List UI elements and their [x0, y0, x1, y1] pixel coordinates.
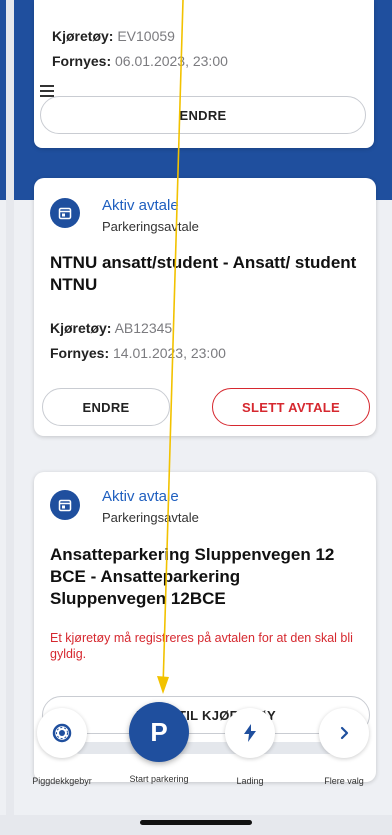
chevron-right-icon — [319, 708, 369, 758]
renew-value: 06.01.2023, 23:00 — [115, 53, 228, 69]
agreement-title: NTNU ansatt/student - Ansatt/ student NT… — [50, 253, 357, 294]
left-edge-strip — [6, 0, 14, 820]
home-indicator — [140, 820, 252, 825]
tab-lading[interactable]: Lading — [210, 708, 290, 786]
calendar-icon — [50, 198, 80, 228]
agreement-title: Ansatteparkering Sluppenvegen 12 BCE - A… — [50, 545, 335, 608]
renew-label: Fornyes: — [50, 345, 110, 361]
bottom-nav: Piggdekkgebyr P Start parkering Lading F… — [32, 690, 369, 800]
edit-button[interactable]: ENDRE — [42, 388, 170, 426]
tab-more-options[interactable]: Flere valg — [304, 708, 384, 786]
vehicle-label: Kjøretøy: — [52, 28, 114, 44]
delete-agreement-button[interactable]: SLETT AVTALE — [212, 388, 370, 426]
tire-icon — [37, 708, 87, 758]
tab-start-parking[interactable]: P Start parkering — [119, 702, 199, 784]
vehicle-card-top: Kjøretøy: EV10059 Fornyes: 06.01.2023, 2… — [34, 0, 374, 148]
renew-label: Fornyes: — [52, 53, 112, 69]
edit-button[interactable]: ENDRE — [40, 96, 366, 134]
agreement-card: Aktiv avtale Parkeringsavtale NTNU ansat… — [34, 178, 376, 436]
tab-piggdekkgebyr[interactable]: Piggdekkgebyr — [22, 708, 102, 786]
agreement-type: Parkeringsavtale — [102, 219, 199, 234]
menu-icon[interactable] — [40, 85, 54, 100]
vehicle-value: EV10059 — [117, 28, 175, 44]
renew-row: Fornyes: 14.01.2023, 23:00 — [50, 345, 226, 361]
tab-label: Piggdekkgebyr — [32, 776, 92, 786]
parking-p-icon: P — [129, 702, 189, 762]
bottom-strip — [0, 815, 392, 835]
calendar-icon — [50, 490, 80, 520]
tab-label: Flere valg — [324, 776, 364, 786]
agreement-status: Aktiv avtale — [102, 197, 179, 214]
tab-label: Lading — [236, 776, 264, 786]
renew-row: Fornyes: 06.01.2023, 23:00 — [52, 53, 228, 69]
warning-text: Et kjøretøy må registreres på avtalen fo… — [50, 631, 353, 661]
agreement-type: Parkeringsavtale — [102, 510, 199, 525]
lightning-icon — [225, 708, 275, 758]
vehicle-label: Kjøretøy: — [50, 320, 112, 336]
vehicle-row: Kjøretøy: EV10059 — [52, 28, 175, 44]
renew-value: 14.01.2023, 23:00 — [113, 345, 226, 361]
vehicle-value: AB12345 — [114, 320, 173, 336]
vehicle-row: Kjøretøy: AB12345 — [50, 320, 172, 336]
agreement-status: Aktiv avtale — [102, 488, 179, 505]
tab-label: Start parkering — [129, 774, 189, 784]
